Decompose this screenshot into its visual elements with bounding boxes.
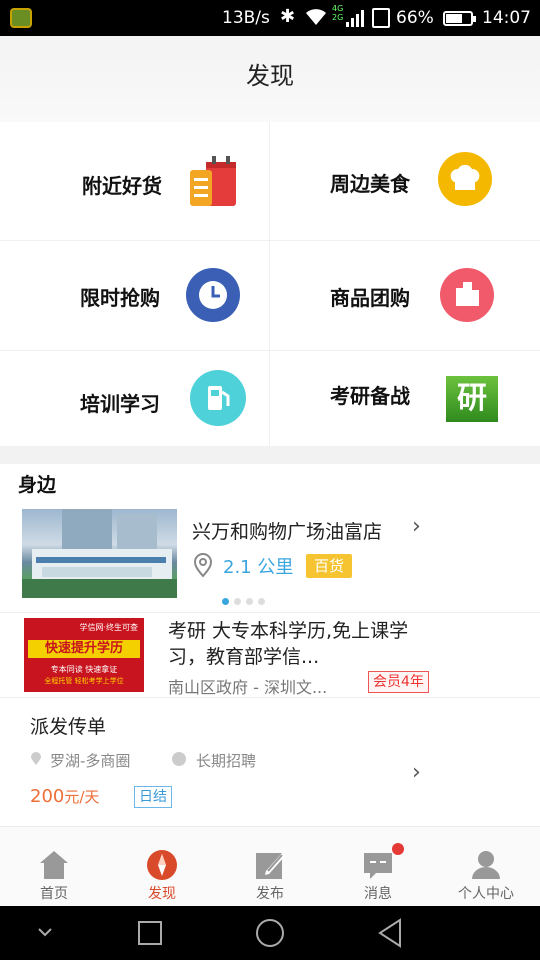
ad-image-text: 快速提升学历 xyxy=(28,640,140,658)
bluetooth-icon: ✱ xyxy=(280,6,296,27)
user-icon xyxy=(472,851,500,879)
chef-hat-icon xyxy=(438,152,492,206)
location-pin-icon xyxy=(31,752,41,765)
tab-profile[interactable]: 个人中心 xyxy=(432,827,540,907)
job-salary: 200元/天 xyxy=(30,786,99,807)
status-bar: 13B/s ✱ 4G 2G 66% 14:07 xyxy=(0,0,540,36)
battery-level xyxy=(446,14,462,23)
app-notification-icon xyxy=(10,8,32,28)
recent-apps-icon[interactable] xyxy=(136,906,164,960)
ad-image: 学信网·终生可查 快速提升学历 专本同读 快速拿证 全程托管 轻松考学上学位 xyxy=(24,618,144,692)
location-pin-icon xyxy=(193,553,213,578)
clock-time: 14:07 xyxy=(482,8,531,28)
carousel-dot[interactable] xyxy=(258,598,265,605)
page-header: 发现 xyxy=(0,36,540,122)
hide-nav-icon[interactable] xyxy=(34,906,56,960)
wifi-icon xyxy=(306,9,326,25)
ad-image-text: 学信网·终生可查 xyxy=(79,623,138,632)
grid-item-exam-prep[interactable]: 考研备战 研 xyxy=(270,350,540,446)
category-grid: 附近好货 周边美食 限时抢购 商品团购 培训学习 考研备战 研 xyxy=(0,122,540,446)
page-title: 发现 xyxy=(246,62,294,90)
store-category-tag: 百货 xyxy=(306,554,352,578)
study-icon: 研 xyxy=(446,376,498,422)
home-button-icon[interactable] xyxy=(254,906,286,960)
divider xyxy=(0,612,540,613)
ad-image-text: 全程托管 轻松考学上学位 xyxy=(44,677,124,685)
grid-item-label: 商品团购 xyxy=(330,286,410,310)
clock-icon xyxy=(172,752,186,766)
grid-item-label: 培训学习 xyxy=(80,392,160,416)
chevron-right-icon: › xyxy=(412,760,421,785)
edit-icon xyxy=(256,853,285,879)
tab-home[interactable]: 首页 xyxy=(0,827,108,907)
carousel-dot[interactable] xyxy=(222,598,229,605)
clock-icon xyxy=(186,268,240,322)
battery-percent: 66% xyxy=(396,8,434,28)
tab-label: 发布 xyxy=(256,886,284,902)
settlement-tag: 日结 xyxy=(134,786,172,808)
grid-item-group-buy[interactable]: 商品团购 xyxy=(270,240,540,350)
job-location: 罗湖-多商圈 xyxy=(50,752,131,770)
notification-badge xyxy=(392,843,404,855)
ad-image-text: 专本同读 快速拿证 xyxy=(50,665,118,674)
signal-icon xyxy=(346,10,364,27)
carousel-indicator xyxy=(222,590,270,609)
buildings-icon xyxy=(440,268,494,322)
tab-label: 消息 xyxy=(364,886,392,902)
grid-item-training[interactable]: 培训学习 xyxy=(0,350,270,446)
study-icon-text: 研 xyxy=(457,381,487,416)
job-duration: 长期招聘 xyxy=(196,752,257,770)
battery-icon xyxy=(443,11,476,26)
grid-item-flash-sale[interactable]: 限时抢购 xyxy=(0,240,270,350)
job-title: 派发传单 xyxy=(30,716,107,738)
section-gap xyxy=(0,446,540,464)
store-name: 兴万和购物广场油富店 xyxy=(192,521,383,543)
home-icon xyxy=(40,851,68,879)
bottom-tab-bar: 首页 发现 发布 消息 个人中心 xyxy=(0,826,540,906)
salary-amount: 200 xyxy=(30,786,65,807)
tab-publish[interactable]: 发布 xyxy=(216,827,324,907)
compass-icon xyxy=(147,850,177,880)
network-speed: 13B/s xyxy=(222,8,270,28)
grid-item-nearby-food[interactable]: 周边美食 xyxy=(270,122,540,240)
back-icon[interactable] xyxy=(376,906,404,960)
tab-label: 个人中心 xyxy=(458,886,514,902)
carousel-dot[interactable] xyxy=(246,598,253,605)
tab-messages[interactable]: 消息 xyxy=(324,827,432,907)
store-distance: 2.1 公里 xyxy=(223,557,294,578)
ad-description: 考研 大专本科学历,免上课学习，教育部学信... xyxy=(168,620,409,668)
tab-label: 发现 xyxy=(148,886,176,902)
network-type: 4G 2G xyxy=(332,4,344,22)
salary-unit: 元/天 xyxy=(64,788,100,806)
grid-item-label: 附近好货 xyxy=(82,174,162,198)
shopping-bag-icon xyxy=(190,156,236,206)
sim-icon xyxy=(372,8,390,28)
carousel-dot[interactable] xyxy=(234,598,241,605)
divider xyxy=(0,697,540,698)
member-badge: 会员4年 xyxy=(368,671,429,693)
tab-discover[interactable]: 发现 xyxy=(108,827,216,907)
section-title: 身边 xyxy=(18,474,57,496)
grid-item-nearby-goods[interactable]: 附近好货 xyxy=(0,122,270,240)
grid-item-label: 周边美食 xyxy=(330,172,410,196)
grid-item-label: 考研备战 xyxy=(330,384,410,408)
ad-meta: 南山区政府 - 深圳文... xyxy=(168,678,328,697)
gas-pump-icon xyxy=(190,370,246,426)
tab-label: 首页 xyxy=(40,886,68,902)
system-nav-bar xyxy=(0,906,540,960)
chevron-right-icon: › xyxy=(412,514,421,539)
store-image xyxy=(22,509,177,598)
message-icon xyxy=(364,853,392,879)
grid-item-label: 限时抢购 xyxy=(80,286,160,310)
